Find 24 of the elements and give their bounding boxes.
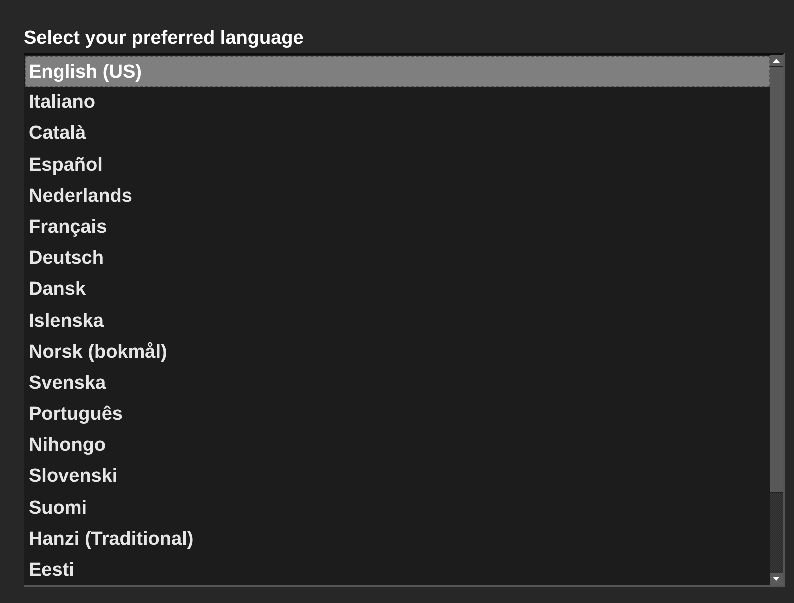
down-arrow-icon — [773, 577, 780, 581]
scroll-up-button[interactable] — [770, 55, 783, 67]
language-item[interactable]: Italiano — [25, 87, 770, 118]
up-arrow-icon — [773, 58, 780, 62]
language-item[interactable]: Nederlands — [25, 180, 770, 212]
language-item[interactable]: Català — [25, 118, 770, 150]
scroll-down-button[interactable] — [770, 573, 783, 585]
dialog-title: Select your preferred language — [24, 27, 305, 51]
language-item[interactable]: Deutsch — [25, 243, 770, 274]
language-item[interactable]: Español — [25, 150, 770, 181]
scroll-thumb[interactable] — [770, 67, 783, 493]
language-item[interactable]: Slovenski — [25, 461, 770, 493]
language-item[interactable]: Norsk (bokmål) — [25, 336, 770, 368]
language-item[interactable]: Suomi — [25, 492, 770, 524]
language-item[interactable]: English (US) — [25, 56, 770, 88]
language-item[interactable]: Svenska — [25, 368, 770, 400]
scrollbar[interactable] — [770, 55, 783, 585]
language-item[interactable]: Nihongo — [25, 430, 770, 462]
language-item[interactable]: Hanzi (Traditional) — [25, 524, 770, 555]
language-item[interactable]: Dansk — [25, 274, 770, 306]
language-item[interactable]: Islenska — [25, 306, 770, 337]
language-item[interactable]: Français — [25, 212, 770, 244]
language-item[interactable]: Português — [25, 399, 770, 430]
language-item[interactable]: Eesti — [25, 555, 770, 586]
